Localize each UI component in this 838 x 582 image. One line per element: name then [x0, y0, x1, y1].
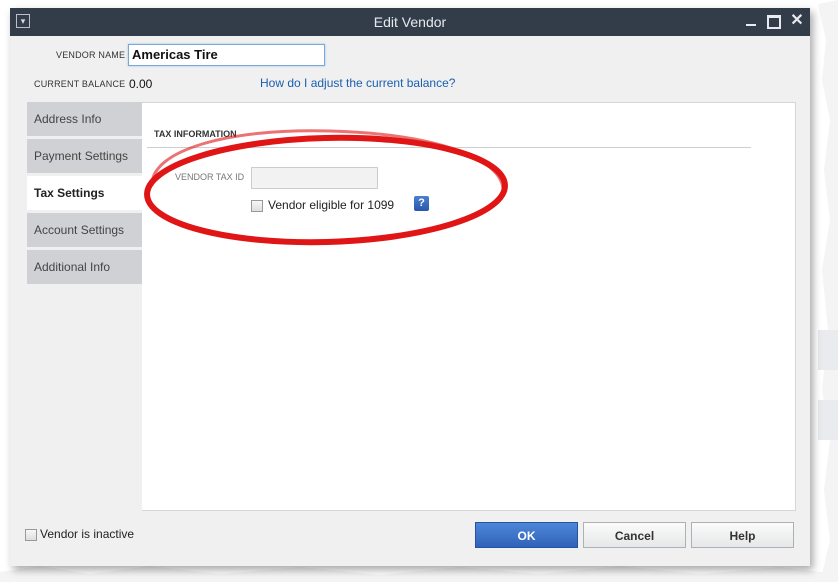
close-button[interactable]: ✕: [788, 12, 806, 30]
section-divider: [147, 147, 751, 148]
window-title: Edit Vendor: [373, 14, 447, 30]
vendor-name-label: VENDOR NAME: [56, 50, 126, 60]
vendor-inactive-checkbox[interactable]: [25, 529, 37, 541]
tab-account-settings[interactable]: Account Settings: [27, 213, 142, 247]
ok-button[interactable]: OK: [475, 522, 578, 548]
help-button[interactable]: Help: [691, 522, 794, 548]
vendor-tax-id-label: VENDOR TAX ID: [175, 172, 245, 182]
edit-vendor-window: ▾ Edit Vendor ✕ VENDOR NAME Americas Tir…: [10, 8, 810, 566]
vendor-name-input[interactable]: Americas Tire: [128, 44, 325, 66]
tax-settings-panel: TAX INFORMATION VENDOR TAX ID Vendor eli…: [142, 102, 796, 511]
adjust-balance-link[interactable]: How do I adjust the current balance?: [260, 76, 455, 90]
tab-address-info[interactable]: Address Info: [27, 102, 142, 136]
current-balance-label: CURRENT BALANCE: [34, 79, 126, 89]
vendor-inactive-label[interactable]: Vendor is inactive: [40, 527, 134, 541]
tab-payment-settings[interactable]: Payment Settings: [27, 139, 142, 173]
vendor-eligible-1099-label[interactable]: Vendor eligible for 1099: [268, 198, 394, 212]
vendor-eligible-1099-checkbox[interactable]: [251, 200, 263, 212]
tab-additional-info[interactable]: Additional Info: [27, 250, 142, 284]
help-question-icon[interactable]: ?: [414, 196, 429, 211]
tab-tax-settings[interactable]: Tax Settings: [27, 176, 142, 210]
cancel-button[interactable]: Cancel: [583, 522, 686, 548]
tax-information-heading: TAX INFORMATION: [154, 129, 237, 139]
current-balance-value: 0.00: [129, 77, 153, 91]
maximize-button[interactable]: [764, 12, 782, 30]
minimize-button[interactable]: [742, 12, 760, 30]
title-bar[interactable]: ▾ Edit Vendor ✕: [10, 8, 810, 36]
vendor-tax-id-input[interactable]: [251, 167, 378, 189]
